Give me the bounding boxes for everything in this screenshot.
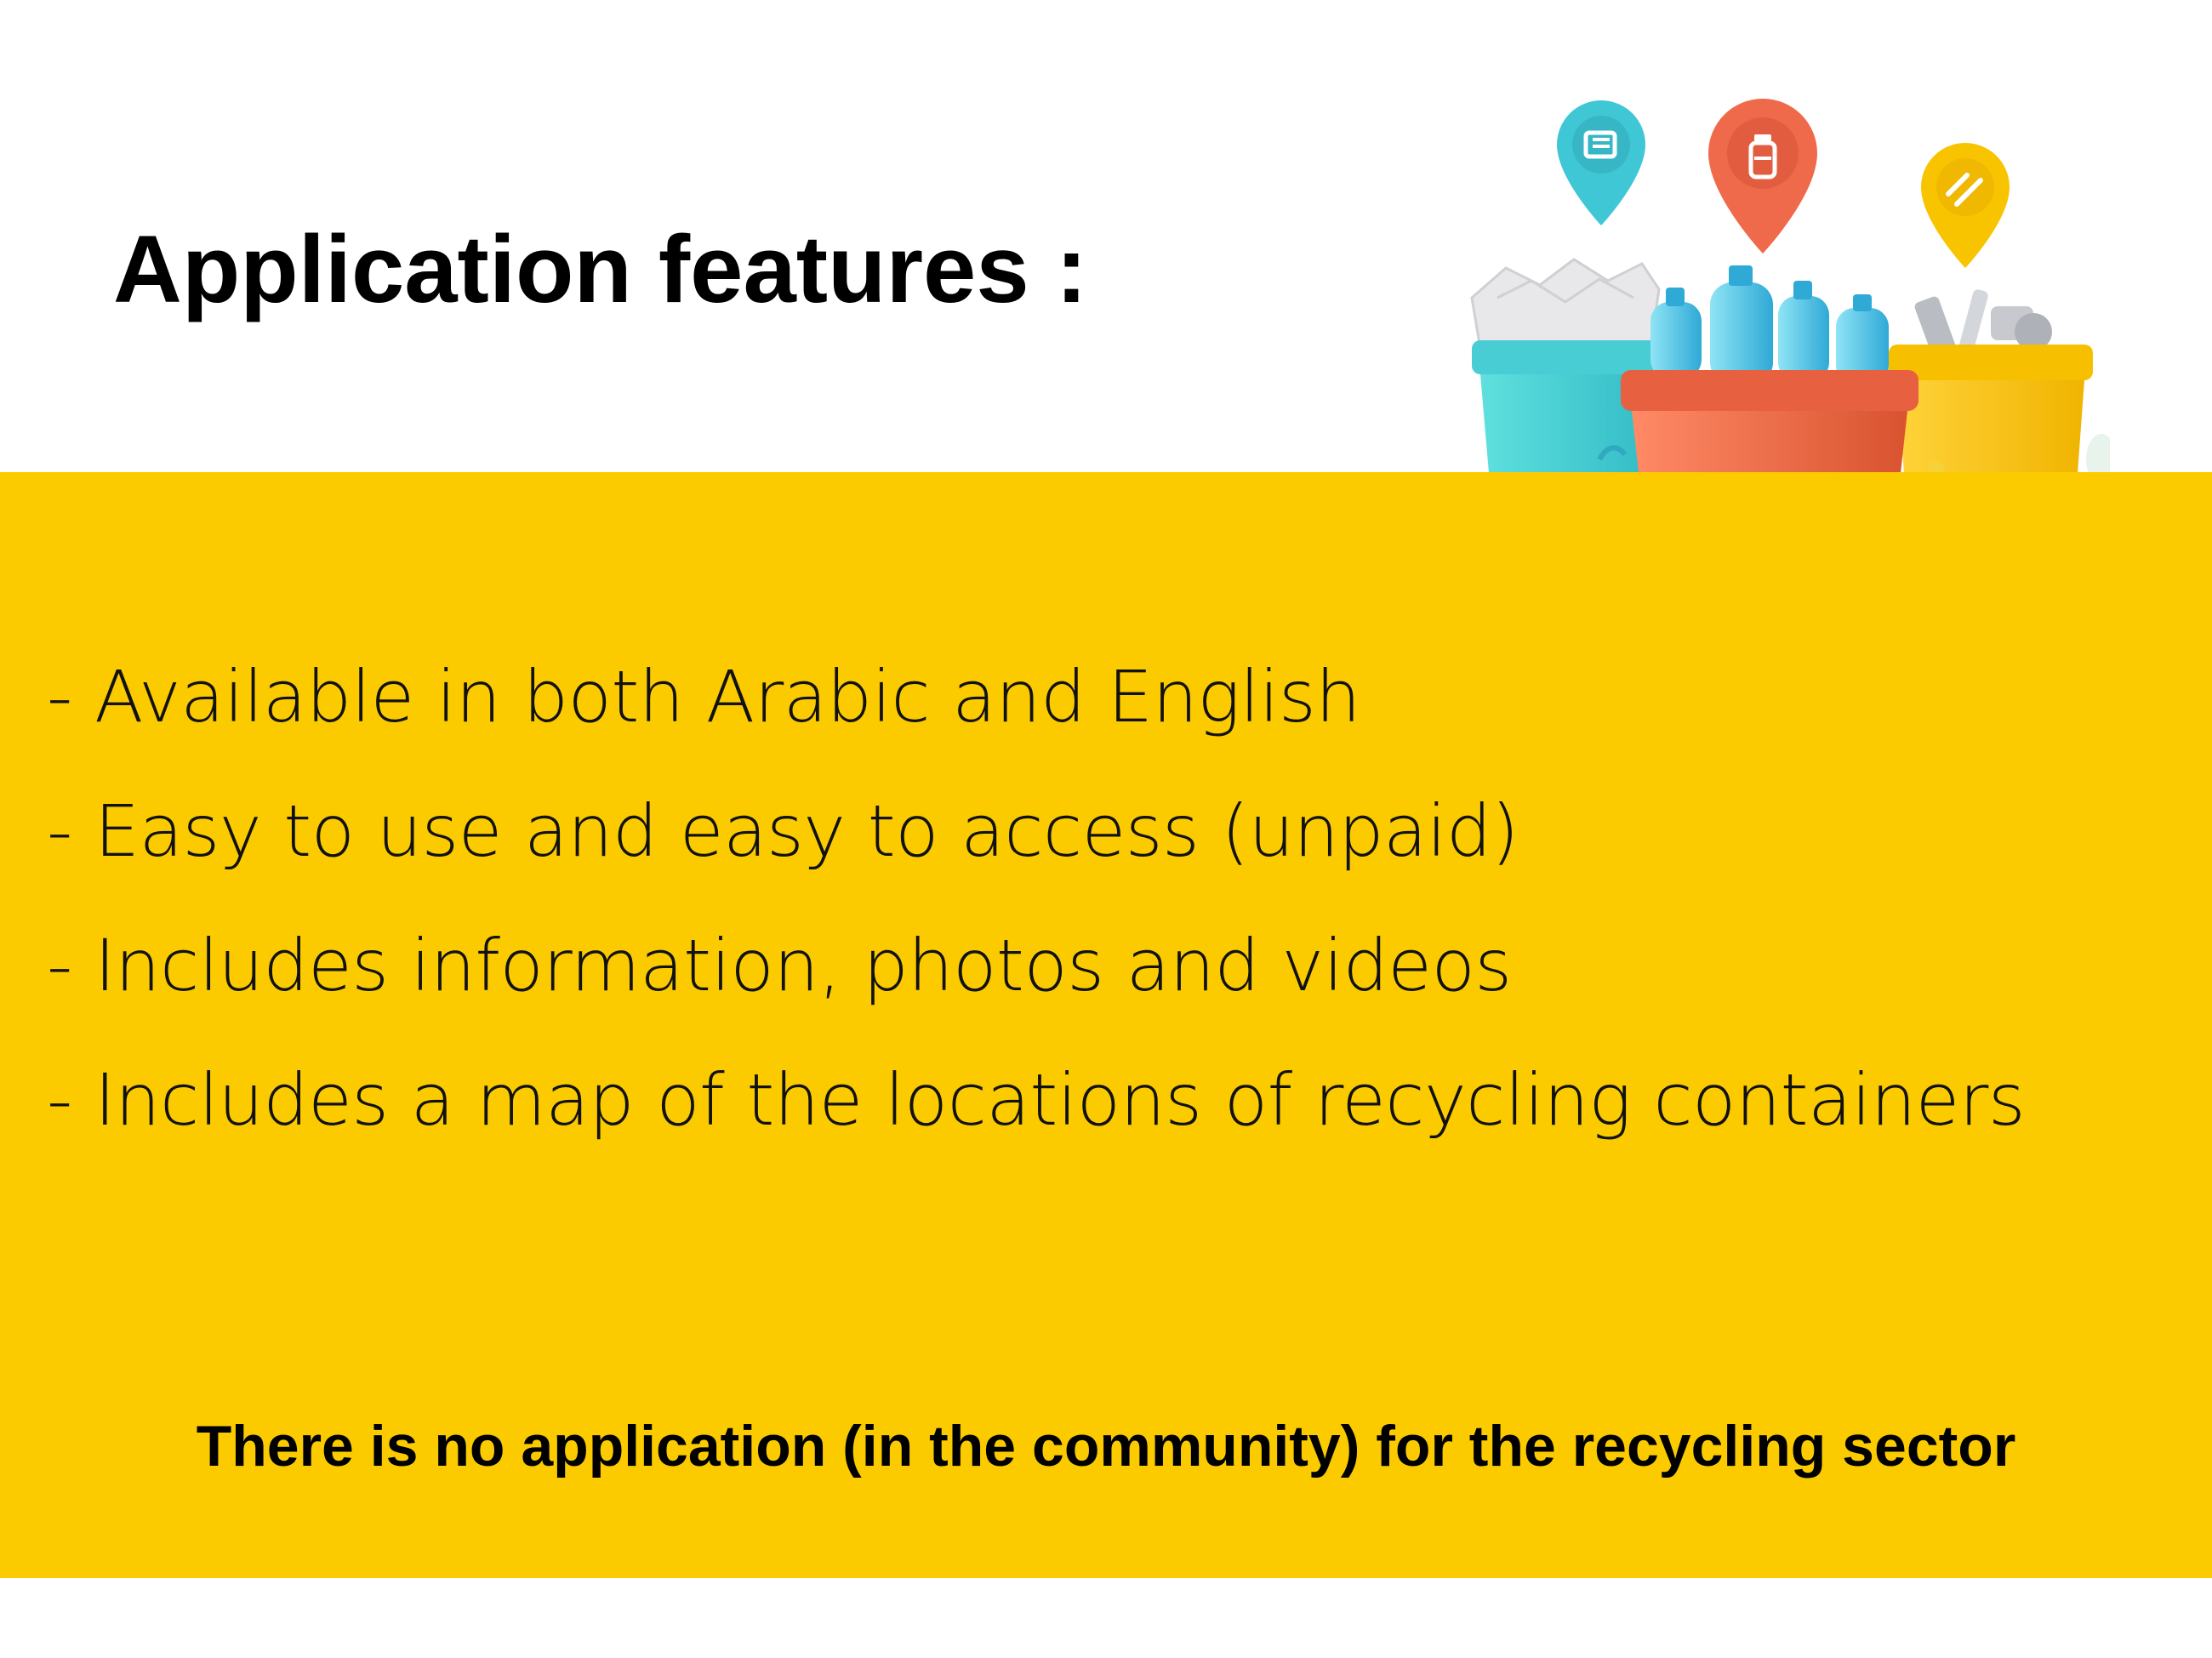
metal-pin-icon — [1921, 143, 2010, 268]
bottle-pin-icon — [1708, 99, 1817, 254]
feature-item: - Easy to use and easy to access (unpaid… — [47, 789, 1519, 873]
feature-item: - Includes a map of the locations of rec… — [47, 1058, 2026, 1142]
footer-note: There is no application (in the communit… — [196, 1414, 2016, 1479]
slide: Application features : - Available in bo… — [0, 0, 2212, 1658]
red-plastic-bin — [1621, 370, 1918, 473]
bottles — [1650, 265, 1889, 385]
feature-list: - Available in both Arabic and English -… — [47, 630, 2026, 1167]
paper-pin-icon — [1557, 100, 1645, 225]
feature-item: - Available in both Arabic and English — [47, 655, 1360, 738]
feature-item: - Includes information, photos and video… — [47, 924, 1512, 1007]
recycling-bins-illustration — [1470, 99, 2110, 473]
yellow-metal-bin — [1889, 345, 2093, 473]
slide-title: Application features : — [113, 216, 1088, 322]
